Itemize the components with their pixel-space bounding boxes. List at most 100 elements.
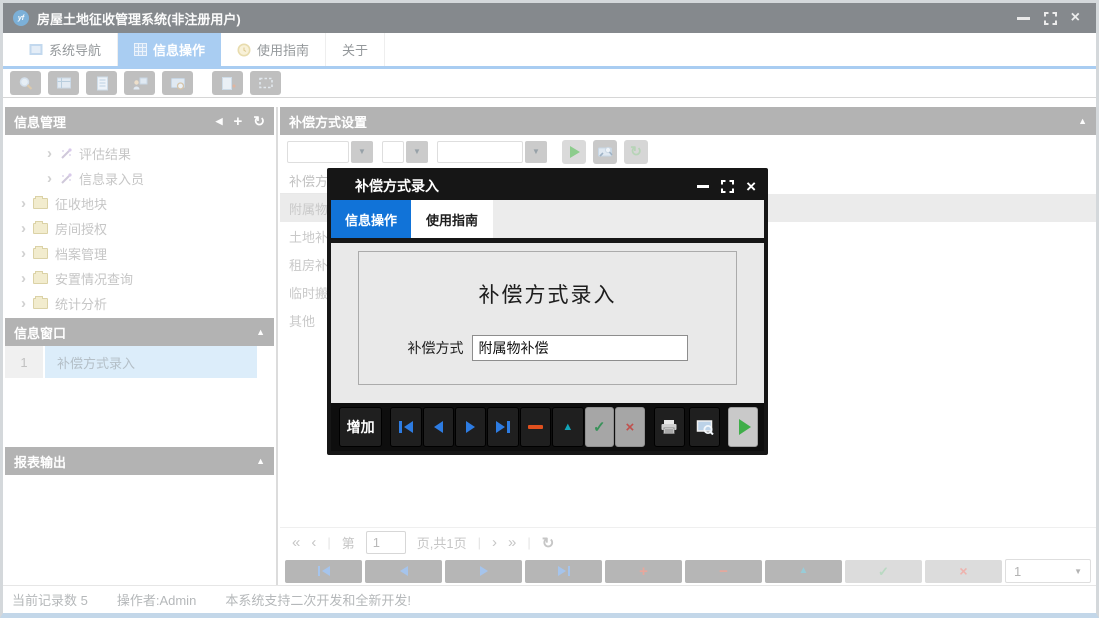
tree-item-archive-management[interactable]: › 档案管理: [5, 241, 274, 266]
add-button[interactable]: 增加: [339, 407, 382, 447]
clock-icon: [237, 43, 251, 57]
edit-record-button[interactable]: ▲: [552, 407, 583, 447]
record-nav-toolbar: + − ▲ ✓ × 1 ▼: [280, 557, 1096, 585]
form-heading: 补偿方式录入: [359, 279, 736, 309]
collapse-up-icon[interactable]: ▲: [1078, 116, 1087, 126]
add-record-button[interactable]: +: [605, 560, 682, 583]
add-icon[interactable]: +: [234, 114, 243, 129]
chevron-down-icon[interactable]: ▼: [525, 141, 547, 163]
list-item[interactable]: 1 补偿方式录入: [5, 346, 274, 378]
panel-header-info-management: 信息管理 ◀ + ↻: [5, 107, 274, 135]
reload-icon[interactable]: ↻: [542, 534, 555, 552]
toolbar-doc-add-button[interactable]: [212, 71, 243, 95]
dialog-tab-info-operation[interactable]: 信息操作: [331, 200, 411, 238]
printer-icon: [660, 419, 678, 435]
toolbar-selection-button[interactable]: [250, 71, 281, 95]
next-record-button[interactable]: [455, 407, 486, 447]
close-button[interactable]: ×: [1071, 10, 1080, 26]
tree-item-room-authorization[interactable]: › 房间授权: [5, 216, 274, 241]
user-computer-icon: [132, 76, 148, 91]
preview-icon: [696, 419, 714, 435]
record-count-select[interactable]: 1 ▼: [1005, 559, 1091, 583]
first-icon: [399, 421, 402, 433]
panel-header-report-output: 报表输出 ▲: [5, 447, 274, 475]
collapse-left-icon[interactable]: ◀: [216, 116, 223, 127]
tree-item-statistical-analysis[interactable]: › 统计分析: [5, 291, 274, 316]
tree-item-info-entry-clerk[interactable]: › 信息录入员: [5, 166, 274, 191]
collapse-up-icon[interactable]: ▲: [256, 456, 265, 466]
combo-field[interactable]: [382, 141, 404, 163]
document-icon: [94, 76, 110, 91]
run-button[interactable]: [728, 407, 758, 447]
collapse-up-icon[interactable]: ▲: [256, 327, 265, 337]
last-record-button[interactable]: [525, 560, 602, 583]
tree-item-assessment-results[interactable]: › 评估结果: [5, 141, 274, 166]
tab-system-nav[interactable]: 系统导航: [13, 33, 118, 66]
table-icon: [56, 76, 72, 90]
preview-button[interactable]: [689, 407, 720, 447]
delete-record-button[interactable]: −: [685, 560, 762, 583]
first-record-button[interactable]: [285, 560, 362, 583]
combo-field[interactable]: [287, 141, 349, 163]
x-icon: ×: [626, 420, 635, 435]
dialog-tab-user-guide[interactable]: 使用指南: [411, 200, 493, 238]
tab-info-operation[interactable]: 信息操作: [118, 33, 221, 66]
first-record-button[interactable]: [390, 407, 421, 447]
delete-record-button[interactable]: [520, 407, 551, 447]
maximize-icon: [721, 180, 734, 193]
chevron-down-icon[interactable]: ▼: [406, 141, 428, 163]
main-toolbar: [3, 69, 1096, 98]
chevron-right-icon: ›: [21, 196, 26, 211]
cancel-button[interactable]: ×: [925, 560, 1002, 583]
cancel-button[interactable]: ×: [615, 407, 645, 447]
restore-button[interactable]: [1044, 12, 1057, 25]
toolbar-user-computer-button[interactable]: [124, 71, 155, 95]
refresh-icon[interactable]: ↻: [253, 114, 265, 128]
minus-icon: −: [719, 564, 728, 579]
toolbar-document-button[interactable]: [86, 71, 117, 95]
run-query-button[interactable]: [562, 140, 586, 164]
prev-page-icon[interactable]: ‹: [311, 535, 316, 550]
first-page-icon[interactable]: «: [292, 535, 300, 550]
chevron-right-icon: ›: [21, 271, 26, 286]
folder-icon: [33, 273, 48, 284]
tab-user-guide[interactable]: 使用指南: [221, 33, 326, 66]
last-page-icon[interactable]: »: [508, 535, 516, 550]
page-total-label: 页,共1页: [417, 533, 467, 552]
compensation-type-input[interactable]: [472, 335, 688, 361]
grid-icon: [134, 43, 147, 56]
minimize-button[interactable]: [1017, 17, 1030, 20]
page-number-input[interactable]: [366, 531, 406, 554]
check-icon: ✓: [878, 565, 889, 578]
confirm-button[interactable]: ✓: [845, 560, 922, 583]
user-search-button[interactable]: [593, 140, 617, 164]
last-record-button[interactable]: [487, 407, 518, 447]
selection-box-icon: [258, 76, 274, 90]
prev-record-button[interactable]: [423, 407, 454, 447]
toolbar-monitor-search-button[interactable]: [162, 71, 193, 95]
prev-record-button[interactable]: [365, 560, 442, 583]
dialog-toolbar: 增加 ▲ ✓ ×: [331, 403, 764, 451]
print-button[interactable]: [654, 407, 685, 447]
dialog-controls: ×: [697, 178, 764, 195]
tree-item-resettlement-query[interactable]: › 安置情况查询: [5, 266, 274, 291]
dialog-maximize-button[interactable]: [721, 180, 734, 193]
next-page-icon[interactable]: ›: [492, 535, 497, 550]
edit-record-button[interactable]: ▲: [765, 560, 842, 583]
combo-field[interactable]: [437, 141, 523, 163]
separator: |: [527, 535, 530, 550]
chevron-right-icon: ›: [47, 146, 52, 161]
refresh-button[interactable]: ↻: [624, 140, 648, 164]
tree-item-expropriated-parcel[interactable]: › 征收地块: [5, 191, 274, 216]
triangle-left-icon: [400, 566, 408, 576]
toolbar-table-button[interactable]: [48, 71, 79, 95]
chevron-down-icon[interactable]: ▼: [351, 141, 373, 163]
toolbar-search-button[interactable]: [10, 71, 41, 95]
status-bar: 当前记录数 5 操作者:Admin 本系统支持二次开发和全新开发!: [3, 585, 1096, 613]
dialog-minimize-button[interactable]: [697, 185, 709, 188]
dialog-close-button[interactable]: ×: [746, 178, 756, 195]
square-icon: [29, 43, 43, 56]
tab-about[interactable]: 关于: [326, 33, 385, 66]
next-record-button[interactable]: [445, 560, 522, 583]
confirm-button[interactable]: ✓: [585, 407, 615, 447]
